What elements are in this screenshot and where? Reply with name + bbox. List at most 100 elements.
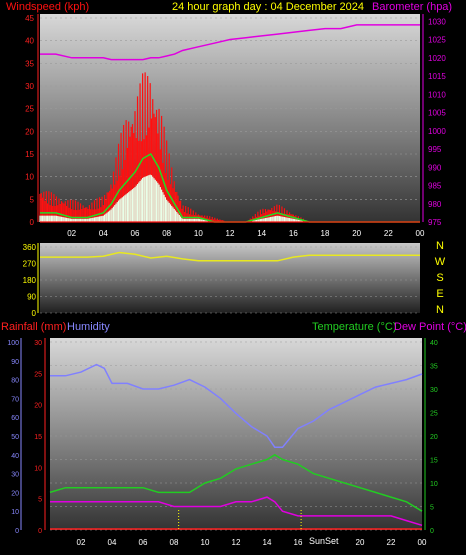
barometer-tick-label: 1025 (428, 36, 446, 45)
wind-time-tick-label: 10 (194, 229, 203, 238)
chart-title: 24 hour graph day : 04 December 2024 (172, 1, 364, 13)
temperature-tick-label: 20 (430, 434, 438, 441)
compass-label: N (436, 240, 444, 252)
compass-label: S (436, 272, 443, 284)
barometer-tick-label: 990 (428, 163, 442, 172)
temp-time-tick-labels: 02 04 06 08 10 12 14 16 20 22 00 (77, 538, 427, 547)
temp-time-tick-label: 14 (263, 538, 272, 547)
temp-time-tick-label: 02 (77, 538, 86, 547)
direction-tick-labels: 0 90 180 270 360 (23, 243, 39, 318)
humidity-tick-label: 20 (11, 490, 19, 497)
windspeed-axis-label: Windspeed (kph) (6, 1, 89, 13)
windspeed-tick-label: 45 (25, 14, 34, 23)
barometer-axis-label: Barometer (hpa) (372, 1, 452, 13)
wind-time-tick-label: 18 (321, 229, 330, 238)
compass-label: W (435, 256, 446, 268)
barometer-tick-labels: 975 980 985 990 995 1000 1005 1010 1015 1020 1025 1… (422, 14, 446, 227)
wind-time-tick-labels: 02 04 06 08 10 12 14 16 18 20 22 00 (67, 229, 425, 238)
temp-time-tick-label: 00 (418, 538, 427, 547)
direction-tick-label: 90 (27, 293, 36, 302)
direction-plot-area (40, 243, 420, 313)
temp-time-tick-label: 22 (387, 538, 396, 547)
humidity-tick-label: 70 (11, 396, 19, 403)
temp-time-tick-label: 12 (232, 538, 241, 547)
direction-tick-label: 180 (23, 276, 37, 285)
temp-time-tick-label: 10 (201, 538, 210, 547)
wind-time-tick-label: 20 (352, 229, 361, 238)
wind-time-tick-label: 16 (289, 229, 298, 238)
barometer-tick-label: 1020 (428, 54, 446, 63)
compass-label: E (436, 288, 443, 300)
rainfall-tick-label: 15 (34, 434, 42, 441)
wind-time-tick-label: 08 (162, 229, 171, 238)
barometer-tick-label: 1005 (428, 109, 446, 118)
rainfall-axis-label: Rainfall (mm) (1, 321, 66, 333)
barometer-tick-label: 1010 (428, 90, 446, 99)
wind-time-tick-label: 00 (416, 229, 425, 238)
temp-time-tick-label: 06 (139, 538, 148, 547)
direction-tick-label: 360 (23, 243, 37, 252)
humidity-tick-label: 100 (7, 340, 19, 347)
windspeed-tick-label: 5 (30, 195, 35, 204)
temperature-tick-label: 40 (430, 340, 438, 347)
humidity-tick-label: 40 (11, 453, 19, 460)
temp-time-tick-label: 08 (170, 538, 179, 547)
windspeed-tick-label: 15 (25, 150, 34, 159)
temperature-tick-labels: 0 5 10 15 20 25 30 35 40 (424, 338, 438, 535)
weather-chart: Windspeed (kph) 24 hour graph day : 04 D… (1, 1, 466, 547)
humidity-tick-label: 60 (11, 415, 19, 422)
windspeed-tick-label: 30 (25, 82, 34, 91)
wind-time-tick-label: 12 (226, 229, 235, 238)
temp-time-tick-label: 16 (294, 538, 303, 547)
temperature-axis-label: Temperature (°C) (312, 321, 396, 333)
temperature-tick-label: 15 (430, 458, 438, 465)
temperature-tick-label: 25 (430, 411, 438, 418)
compass-label: N (436, 304, 444, 316)
temp-time-tick-label: 20 (356, 538, 365, 547)
wind-time-tick-label: 14 (257, 229, 266, 238)
wind-time-tick-label: 06 (131, 229, 140, 238)
dewpoint-axis-label: Dew Point (°C) (394, 321, 466, 333)
humidity-tick-label: 90 (11, 359, 19, 366)
humidity-tick-label: 10 (11, 509, 19, 516)
windspeed-tick-labels: 0 5 10 15 20 25 30 35 40 45 (25, 14, 39, 227)
barometer-tick-label: 995 (428, 145, 442, 154)
windspeed-tick-label: 0 (30, 218, 35, 227)
rainfall-tick-labels: 0 5 10 15 20 25 30 (34, 338, 46, 535)
windspeed-tick-label: 25 (25, 105, 34, 114)
wind-time-tick-label: 02 (67, 229, 76, 238)
barometer-tick-label: 1015 (428, 72, 446, 81)
direction-tick-label: 270 (23, 260, 37, 269)
temperature-tick-label: 35 (430, 364, 438, 371)
barometer-tick-label: 980 (428, 200, 442, 209)
direction-tick-label: 0 (32, 309, 37, 318)
windspeed-tick-label: 40 (25, 37, 34, 46)
compass-labels: NWSEN (435, 240, 446, 316)
rainfall-tick-label: 20 (34, 403, 42, 410)
humidity-tick-label: 50 (11, 434, 19, 441)
temperature-tick-label: 5 (430, 505, 434, 512)
temperature-tick-label: 0 (430, 528, 434, 535)
humidity-axis-label: Humidity (67, 321, 110, 333)
humidity-tick-label: 30 (11, 472, 19, 479)
barometer-tick-label: 1030 (428, 17, 446, 26)
rainfall-tick-label: 25 (34, 371, 42, 378)
humidity-tick-labels: 0 10 20 30 40 50 60 70 80 90 100 (7, 338, 22, 535)
sunset-label: SunSet (309, 536, 339, 546)
temperature-tick-label: 10 (430, 481, 438, 488)
rainfall-tick-label: 10 (34, 465, 42, 472)
rainfall-tick-label: 5 (38, 497, 42, 504)
temp-time-tick-label: 04 (108, 538, 117, 547)
humidity-tick-label: 0 (15, 528, 19, 535)
humidity-tick-label: 80 (11, 378, 19, 385)
rainfall-tick-label: 30 (34, 340, 42, 347)
windspeed-tick-label: 10 (25, 173, 34, 182)
windspeed-tick-label: 20 (25, 127, 34, 136)
wind-plot-area (40, 14, 420, 222)
temperature-tick-label: 30 (430, 387, 438, 394)
barometer-tick-label: 1000 (428, 127, 446, 136)
windspeed-tick-label: 35 (25, 59, 34, 68)
barometer-tick-label: 975 (428, 218, 442, 227)
wind-time-tick-label: 04 (99, 229, 108, 238)
rainfall-tick-label: 0 (38, 528, 42, 535)
